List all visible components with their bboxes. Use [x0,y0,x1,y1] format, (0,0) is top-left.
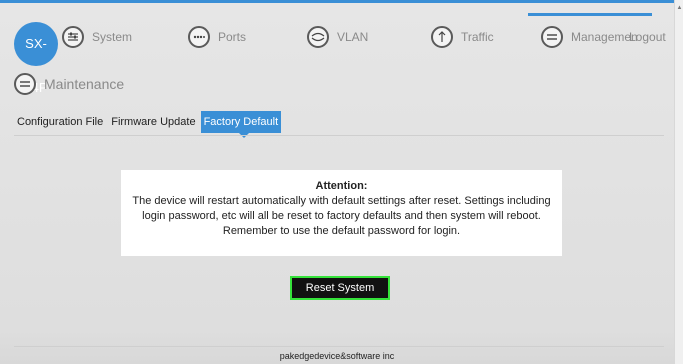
sliders-icon [62,26,84,48]
tab-divider [14,135,664,136]
footer-text: pakedgedevice&software inc [279,351,395,361]
nav-management[interactable]: Managemen [541,26,638,48]
device-model-badge[interactable]: SX-24P [14,22,58,95]
tab-factory-default[interactable]: Factory Default [200,111,282,138]
scroll-up-arrow-icon[interactable]: ▲ [675,4,683,12]
nav-system-label: System [92,30,133,44]
logout-link[interactable]: Logout [629,30,666,44]
top-accent-line [0,0,674,3]
reset-system-button[interactable]: Reset System [290,276,390,300]
attention-line-1: The device will restart automatically wi… [132,195,551,207]
traffic-icon [431,26,453,48]
tab-firmware-update[interactable]: Firmware Update [108,111,198,133]
active-nav-indicator [528,13,652,16]
nav-ports[interactable]: Ports [188,26,246,48]
menu-icon [541,26,563,48]
nav-vlan[interactable]: VLAN [307,26,368,48]
tab-configuration-file[interactable]: Configuration File [14,111,106,133]
footer-divider [14,346,664,347]
nav-maintenance[interactable]: Maintenance [14,73,124,95]
attention-notice: Attention: The device will restart autom… [121,170,562,256]
vlan-icon [307,26,329,48]
nav-management-label: Managemen [571,30,638,44]
attention-line-2: login password, etc will all be reset to… [142,210,541,222]
nav-ports-label: Ports [218,30,247,44]
nav-vlan-label: VLAN [337,30,369,44]
nav-traffic-label: Traffic [461,30,494,44]
menu-icon [14,73,36,95]
ports-icon [188,26,210,48]
nav-traffic[interactable]: Traffic [431,26,494,48]
vertical-scrollbar[interactable]: ▲ [674,0,683,364]
nav-system[interactable]: System [62,26,132,48]
nav-maintenance-label: Maintenance [44,76,125,92]
attention-title: Attention: [315,180,368,192]
maintenance-subtabs: Configuration File Firmware Update Facto… [14,111,283,138]
attention-line-3: Remember to use the default password for… [222,225,461,237]
main-page: SX-24P System Ports VLAN Traffic Managem… [0,0,674,364]
